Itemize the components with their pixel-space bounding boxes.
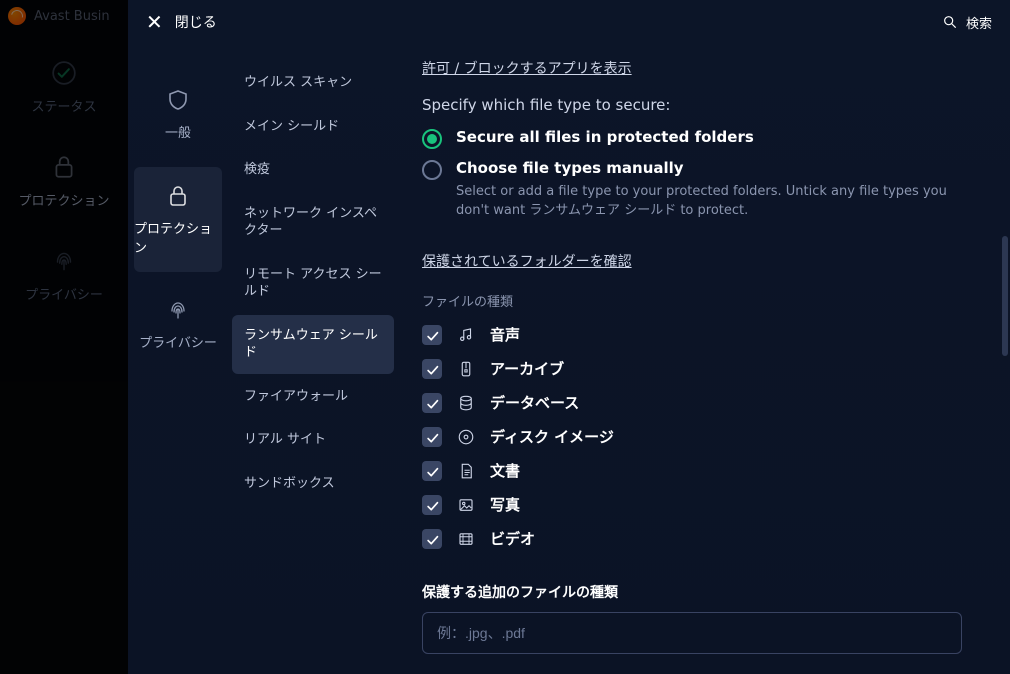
search-icon <box>942 14 958 30</box>
filetype-label: 音声 <box>490 324 520 345</box>
filetype-label: 文書 <box>490 460 520 481</box>
nav-label: プロテクション <box>18 190 109 209</box>
sub-main-shields[interactable]: メイン シールド <box>232 106 394 148</box>
app-title: Avast Busin <box>34 9 110 24</box>
category-label: プライバシー <box>139 332 217 351</box>
sub-virus-scan[interactable]: ウイルス スキャン <box>232 62 394 104</box>
radio-secure-all[interactable] <box>422 129 442 149</box>
close-button[interactable]: ✕ 閉じる <box>146 12 217 32</box>
category-privacy[interactable]: プライバシー <box>134 272 222 377</box>
category-label: 一般 <box>165 122 191 141</box>
filetype-label: ビデオ <box>490 528 535 549</box>
link-protected-folders[interactable]: 保護されているフォルダーを確認 <box>422 251 632 271</box>
fingerprint-icon <box>51 248 77 274</box>
radio-secure-all-label: Secure all files in protected folders <box>456 128 754 146</box>
filetype-row-photo: 写真 <box>422 488 986 522</box>
radio-manual-label: Choose file types manually <box>456 159 956 177</box>
additional-types-title: 保護する追加のファイルの種類 <box>422 582 986 602</box>
search-button[interactable]: 検索 <box>942 13 992 32</box>
checkbox-document[interactable] <box>422 461 442 481</box>
filetype-label: ディスク イメージ <box>490 426 614 447</box>
status-icon <box>51 60 77 86</box>
filetype-row-document: 文書 <box>422 454 986 488</box>
sub-quarantine[interactable]: 検疫 <box>232 149 394 191</box>
nav-label: プライバシー <box>25 284 103 303</box>
nav-privacy[interactable]: プライバシー <box>0 228 128 322</box>
checkbox-photo[interactable] <box>422 495 442 515</box>
sub-remote-access[interactable]: リモート アクセス シールド <box>232 254 394 313</box>
filetype-row-audio: 音声 <box>422 318 986 352</box>
fingerprint-icon <box>166 298 190 322</box>
scrollbar-thumb[interactable] <box>1002 236 1008 356</box>
checkbox-archive[interactable] <box>422 359 442 379</box>
settings-submenu: ウイルス スキャン メイン シールド 検疫 ネットワーク インスペクター リモー… <box>228 44 398 674</box>
checkbox-disc[interactable] <box>422 427 442 447</box>
sub-firewall[interactable]: ファイアウォール <box>232 376 394 418</box>
checkbox-audio[interactable] <box>422 325 442 345</box>
avast-logo-icon <box>8 7 26 25</box>
shield-icon <box>166 88 190 112</box>
lock-icon <box>166 184 190 208</box>
filetype-row-video: ビデオ <box>422 522 986 556</box>
sub-real-site[interactable]: リアル サイト <box>232 419 394 461</box>
checkbox-video[interactable] <box>422 529 442 549</box>
filetype-label: アーカイブ <box>490 358 564 379</box>
radio-manual[interactable] <box>422 160 442 180</box>
sub-ransomware-shield[interactable]: ランサムウェア シールド <box>232 315 394 374</box>
settings-content: 許可 / ブロックするアプリを表示 Specify which file typ… <box>398 44 1010 674</box>
close-icon: ✕ <box>146 12 163 32</box>
nav-protection[interactable]: プロテクション <box>0 134 128 228</box>
archive-icon <box>456 360 476 378</box>
sub-sandbox[interactable]: サンドボックス <box>232 463 394 505</box>
filetype-row-disc: ディスク イメージ <box>422 420 986 454</box>
radio-manual-help: Select or add a file type to your protec… <box>456 183 956 221</box>
photo-icon <box>456 496 476 514</box>
close-label: 閉じる <box>175 12 217 32</box>
filetype-label: データベース <box>490 392 579 413</box>
filetype-label: 写真 <box>490 494 520 515</box>
audio-icon <box>456 326 476 344</box>
document-icon <box>456 462 476 480</box>
category-protection[interactable]: プロテクション <box>134 167 222 272</box>
settings-categories: 一般 プロテクション プライバシー <box>128 44 228 674</box>
specify-description: Specify which file type to secure: <box>422 96 986 114</box>
main-nav: ステータス プロテクション プライバシー <box>0 40 128 322</box>
checkbox-database[interactable] <box>422 393 442 413</box>
video-icon <box>456 530 476 548</box>
disc-icon <box>456 428 476 446</box>
link-allow-block-apps[interactable]: 許可 / ブロックするアプリを表示 <box>422 58 632 78</box>
search-label: 検索 <box>966 13 992 32</box>
sub-network-inspector[interactable]: ネットワーク インスペクター <box>232 193 394 252</box>
settings-overlay: ✕ 閉じる 検索 一般 プロテクション プライバシー ウイルス スキ <box>128 0 1010 674</box>
filetype-row-archive: アーカイブ <box>422 352 986 386</box>
filetypes-title: ファイルの種類 <box>422 291 986 310</box>
nav-label: ステータス <box>31 96 96 115</box>
category-label: プロテクション <box>134 218 222 256</box>
nav-status[interactable]: ステータス <box>0 40 128 134</box>
filetype-row-database: データベース <box>422 386 986 420</box>
category-general[interactable]: 一般 <box>134 62 222 167</box>
lock-icon <box>51 154 77 180</box>
additional-types-input[interactable] <box>422 612 962 654</box>
database-icon <box>456 394 476 412</box>
